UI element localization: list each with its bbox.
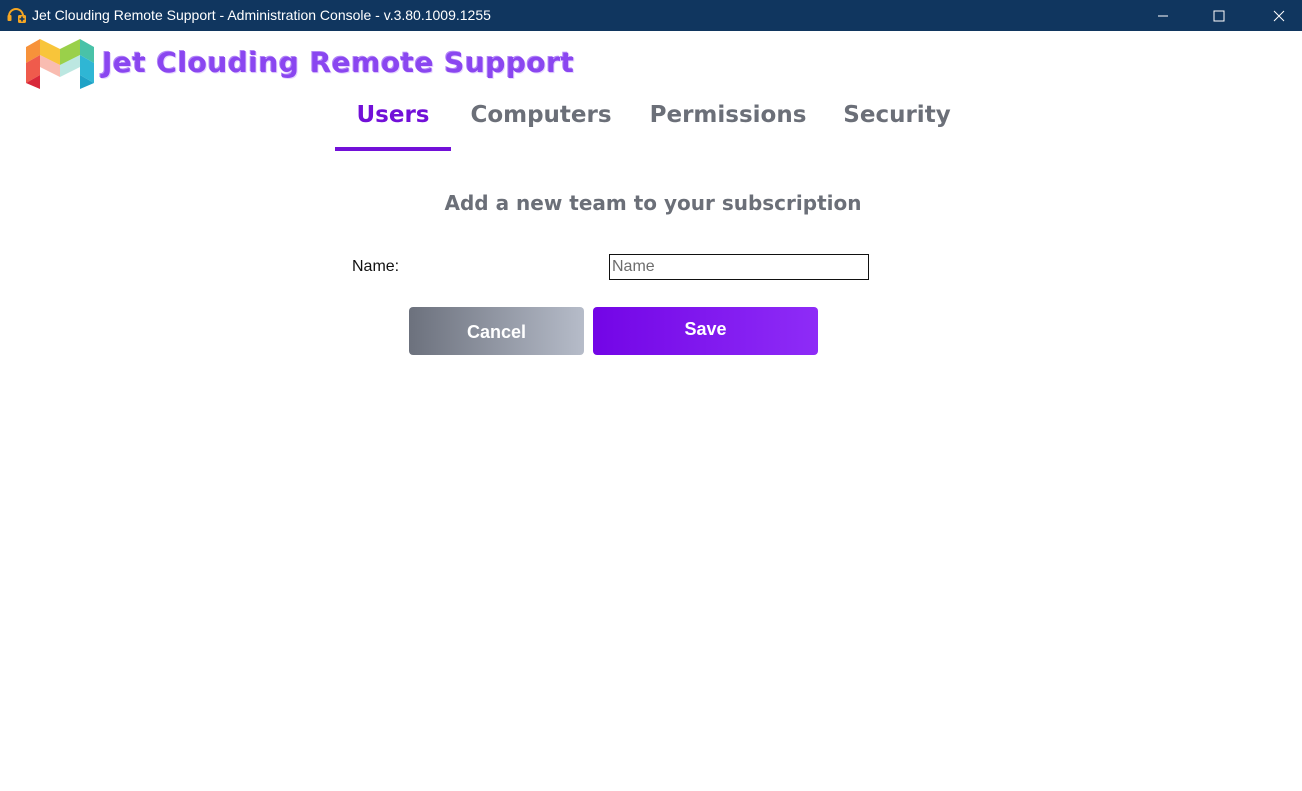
cancel-button[interactable]: Cancel <box>409 307 584 355</box>
close-icon <box>1273 10 1285 22</box>
tab-computers[interactable]: Computers <box>462 97 620 151</box>
maximize-button[interactable] <box>1196 0 1242 31</box>
name-label: Name: <box>352 258 400 275</box>
active-tab-indicator <box>335 147 451 151</box>
form-heading: Add a new team to your subscription <box>444 191 862 215</box>
app-window: Jet Clouding Remote Support - Administra… <box>0 0 1302 791</box>
tab-security[interactable]: Security <box>838 97 956 151</box>
main-tabs: Users Computers Permissions Security <box>0 97 1302 153</box>
maximize-icon <box>1213 10 1225 22</box>
minimize-icon <box>1157 10 1169 22</box>
logo-icon <box>22 37 98 91</box>
logo-text: Jet Clouding Remote Support <box>102 46 575 79</box>
save-button[interactable]: Save <box>593 307 818 355</box>
tab-permissions[interactable]: Permissions <box>645 97 811 151</box>
team-name-input[interactable] <box>609 254 869 280</box>
window-title: Jet Clouding Remote Support - Administra… <box>32 7 491 23</box>
minimize-button[interactable] <box>1140 0 1186 31</box>
tab-users[interactable]: Users <box>335 97 451 151</box>
headset-plus-icon <box>6 5 26 25</box>
title-bar: Jet Clouding Remote Support - Administra… <box>0 0 1302 31</box>
close-button[interactable] <box>1256 0 1302 31</box>
